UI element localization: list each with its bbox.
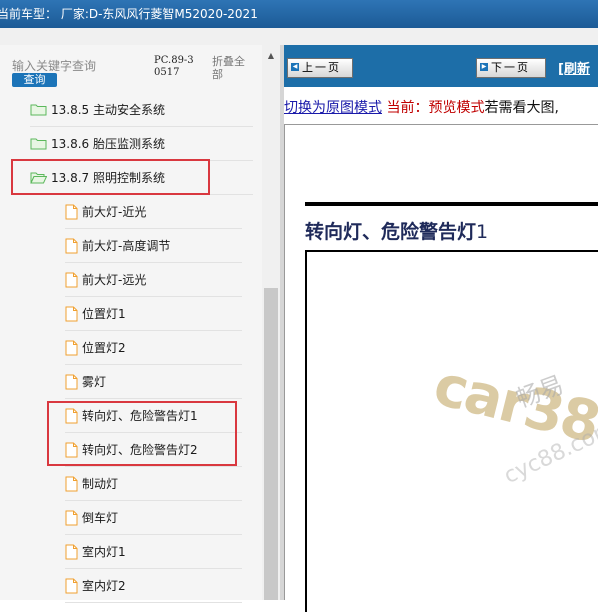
collapse-all-link[interactable]: 折叠全部 (212, 55, 252, 81)
arrow-right-icon: ▶ (480, 63, 488, 71)
tree-folder-tire-pressure[interactable]: 13.8.6 胎压监测系统 (30, 127, 253, 161)
search-input[interactable] (12, 58, 147, 74)
tree-item-label: 室内灯2 (82, 579, 126, 593)
tree-doc-interior-lamp-1[interactable]: 室内灯1 (65, 535, 242, 569)
highlight-box-lighting-folder (11, 159, 210, 195)
document-icon (65, 476, 78, 491)
highlight-box-turn-hazard-docs (47, 401, 237, 466)
scroll-up-arrow-icon[interactable]: ▲ (264, 49, 278, 63)
toolbar-strip (0, 28, 598, 45)
arrow-left-icon: ◀ (291, 63, 299, 71)
mode-line: 切换为原图模式 当前：预览模式若需看大图, (284, 97, 598, 117)
content-title-number: 1 (476, 221, 489, 243)
large-image-hint: 若需看大图, (484, 100, 559, 116)
tree-item-label: 13.8.5 主动安全系统 (51, 103, 165, 117)
content-title-text: 转向灯、危险警告灯 (305, 221, 477, 243)
document-icon (65, 238, 78, 253)
document-icon (65, 374, 78, 389)
tree-doc-interior-lamp-2[interactable]: 室内灯2 (65, 569, 242, 603)
document-icon (65, 544, 78, 559)
switch-original-mode-link[interactable]: 切换为原图模式 (284, 100, 382, 116)
tree-doc-position-lamp-1[interactable]: 位置灯1 (65, 297, 242, 331)
tree-doc-headlamp-leveling[interactable]: 前大灯-高度调节 (65, 229, 242, 263)
tree-item-label: 制动灯 (82, 477, 119, 491)
tree-doc-position-lamp-2[interactable]: 位置灯2 (65, 331, 242, 365)
tree-item-label: 前大灯-远光 (82, 273, 147, 287)
prev-page-button[interactable]: ◀ 上一页 (287, 58, 353, 78)
scrollbar-thumb[interactable] (264, 288, 278, 600)
next-page-label: 下一页 (491, 61, 530, 74)
query-button[interactable]: 查询 (12, 73, 57, 87)
folder-icon (30, 138, 47, 150)
content-title-rule (305, 202, 598, 206)
tree-item-label: 倒车灯 (82, 511, 119, 525)
folder-icon (30, 104, 47, 116)
next-page-button[interactable]: ▶ 下一页 (476, 58, 546, 78)
content-top-border (284, 124, 598, 125)
content-title: 转向灯、危险警告灯1 (305, 217, 488, 244)
tree-item-label: 雾灯 (82, 375, 107, 389)
tree-doc-brake-lamp[interactable]: 制动灯 (65, 467, 242, 501)
tree-item-label: 13.8.6 胎压监测系统 (51, 137, 165, 151)
tree-doc-fog-lamp[interactable]: 雾灯 (65, 365, 242, 399)
tree-item-label: 位置灯1 (82, 307, 126, 321)
current-mode-value: 预览模式 (428, 100, 485, 116)
current-vehicle-text: 当前车型： 厂家:D-东风风行菱智M52020-2021 (0, 7, 258, 21)
refresh-link[interactable]: [刷新 (558, 58, 590, 77)
document-icon (65, 306, 78, 321)
tree-item-label: 前大灯-近光 (82, 205, 147, 219)
document-icon (65, 340, 78, 355)
tree-item-label: 位置灯2 (82, 341, 126, 355)
document-icon (65, 204, 78, 219)
document-icon (65, 578, 78, 593)
title-bar: 当前车型： 厂家:D-东风风行菱智M52020-2021 (0, 0, 598, 28)
document-icon (65, 272, 78, 287)
tree-item-label: 前大灯-高度调节 (82, 239, 171, 253)
document-icon (65, 510, 78, 525)
current-mode-label: 当前： (386, 100, 429, 116)
prev-page-label: 上一页 (302, 61, 341, 74)
pc-code-label: PC.89-30517 (154, 55, 194, 78)
tree-doc-reverse-lamp[interactable]: 倒车灯 (65, 501, 242, 535)
content-left-border (284, 124, 285, 600)
tree-item-label: 室内灯1 (82, 545, 126, 559)
tree-folder-active-safety[interactable]: 13.8.5 主动安全系统 (30, 93, 253, 127)
tree-doc-headlamp-high[interactable]: 前大灯-远光 (65, 263, 242, 297)
tree-doc-headlamp-low[interactable]: 前大灯-近光 (65, 195, 242, 229)
